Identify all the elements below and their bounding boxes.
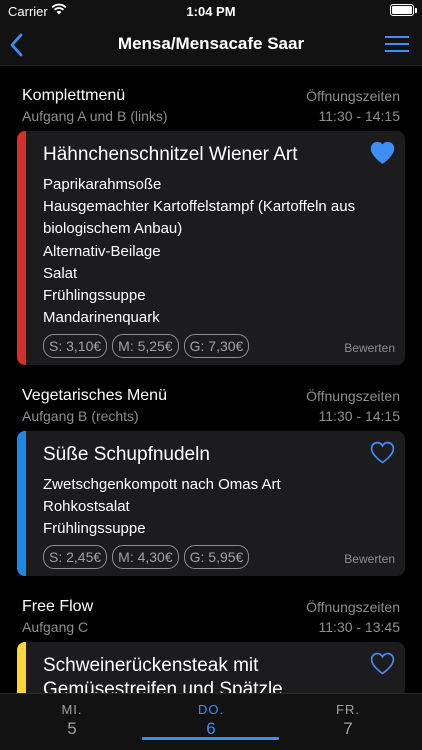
rate-button[interactable]: Bewerten [344, 552, 395, 566]
section-vegetarisch: Vegetarisches Menü Aufgang B (rechts) Öf… [0, 387, 422, 427]
navigation-bar: Mensa/Mensacafe Saar [0, 24, 422, 66]
side-dish: Alternativ-Beilage [43, 242, 161, 260]
price-list: S: 2,45€ M: 4,30€ G: 5,95€ [43, 545, 250, 569]
dish-name: Hähnchenschnitzel Wiener Art [43, 144, 298, 165]
side-dish: Hausgemachter Kartoffelstampf (Kartoffel… [43, 198, 356, 238]
opening-hours-value: 11:30 - 14:15 [318, 108, 400, 124]
category-stripe [17, 642, 26, 693]
tab-friday[interactable]: FR. 7 [298, 702, 398, 739]
price-staff: M: 5,25€ [112, 334, 179, 358]
meal-card[interactable]: Schweinerückensteak mit Gemüsestreifen u… [17, 642, 405, 693]
battery-icon [390, 4, 417, 16]
selected-tab-indicator [142, 737, 279, 740]
section-location: Aufgang A und B (links) [22, 108, 168, 124]
dish-name: Schweinerückensteak mit Gemüsestreifen u… [43, 655, 283, 693]
favorite-heart-outline-icon[interactable] [370, 652, 395, 675]
dish-name: Süße Schupfnudeln [43, 444, 210, 465]
side-dish: Frühlingssuppe [43, 520, 146, 538]
category-stripe [17, 131, 26, 365]
price-guest: G: 5,95€ [183, 545, 250, 569]
meal-card[interactable]: Hähnchenschnitzel Wiener Art Paprikarahm… [17, 131, 405, 365]
tab-day-label: FR. [336, 702, 360, 717]
tab-date-number: 5 [67, 719, 77, 738]
tab-day-label: MI. [61, 702, 83, 717]
opening-hours-label: Öffnungszeiten [306, 88, 400, 104]
status-bar: Carrier 1:04 PM [0, 0, 422, 24]
section-free-flow: Free Flow Aufgang C Öffnungszeiten 11:30… [0, 598, 422, 638]
day-tab-bar: MI. 5 DO. 6 FR. 7 [0, 693, 422, 750]
tab-wednesday[interactable]: MI. 5 [22, 702, 122, 739]
tab-date-number: 6 [206, 719, 216, 738]
price-staff: M: 4,30€ [112, 545, 179, 569]
section-title: Free Flow [22, 598, 94, 615]
menu-list[interactable]: Komplettmenü Aufgang A und B (links) Öff… [0, 67, 422, 693]
category-stripe [17, 431, 26, 576]
favorite-heart-filled-icon[interactable] [370, 141, 395, 164]
tab-thursday[interactable]: DO. 6 [161, 702, 261, 739]
section-title: Komplettmenü [22, 87, 126, 104]
tab-date-number: 7 [343, 719, 353, 738]
section-title: Vegetarisches Menü [22, 387, 167, 404]
price-guest: G: 7,30€ [183, 334, 250, 358]
opening-hours-value: 11:30 - 13:45 [318, 619, 400, 635]
side-dish: Zwetschgenkompott nach Omas Art [43, 476, 281, 493]
section-location: Aufgang C [22, 619, 89, 635]
opening-hours-label: Öffnungszeiten [306, 388, 400, 404]
meal-card[interactable]: Süße Schupfnudeln Zwetschgenkompott nach… [17, 431, 405, 576]
favorite-heart-outline-icon[interactable] [370, 441, 395, 464]
side-dish: Salat [43, 264, 78, 282]
price-student: S: 2,45€ [43, 545, 108, 569]
opening-hours-value: 11:30 - 14:15 [318, 408, 400, 424]
price-student: S: 3,10€ [43, 334, 108, 358]
side-dishes: Zwetschgenkompott nach Omas Art Rohkosts… [43, 474, 399, 541]
side-dish: Paprikarahmsoße [43, 176, 162, 193]
page-title: Mensa/Mensacafe Saar [117, 34, 305, 53]
side-dish: Rohkostsalat [43, 498, 130, 516]
tab-day-label: DO. [197, 702, 225, 717]
rate-button[interactable]: Bewerten [344, 341, 395, 355]
section-location: Aufgang B (rechts) [22, 408, 139, 424]
side-dishes: Paprikarahmsoße Hausgemachter Kartoffels… [43, 174, 399, 329]
hamburger-menu-icon[interactable] [384, 33, 410, 55]
opening-hours-label: Öffnungszeiten [306, 599, 400, 615]
side-dish: Mandarinenquark [43, 309, 160, 327]
side-dish: Frühlingssuppe [43, 287, 146, 305]
price-list: S: 3,10€ M: 5,25€ G: 7,30€ [43, 334, 250, 358]
clock: 1:04 PM [186, 4, 236, 19]
